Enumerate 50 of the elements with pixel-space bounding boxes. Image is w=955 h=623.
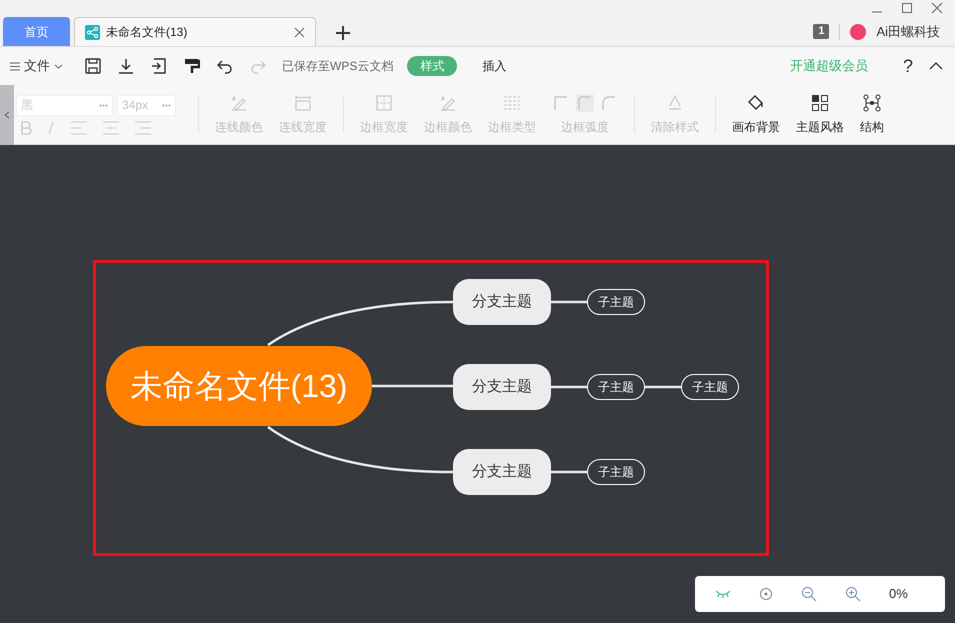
- chevron-left-icon: [4, 111, 10, 119]
- maximize-icon[interactable]: [901, 2, 913, 14]
- more-icon[interactable]: [99, 104, 108, 106]
- clear-style-icon: [666, 94, 684, 112]
- menu-icon: [10, 62, 20, 70]
- zoom-out-icon[interactable]: [801, 586, 817, 602]
- new-tab-button[interactable]: [336, 26, 350, 40]
- save-icon[interactable]: [85, 58, 101, 74]
- paint-bucket-icon: [747, 94, 765, 112]
- close-icon[interactable]: [294, 26, 305, 38]
- subtopic[interactable]: 子主题: [587, 459, 645, 485]
- help-button[interactable]: ?: [902, 52, 913, 80]
- subtopic[interactable]: 子主题: [681, 374, 739, 400]
- subtopic[interactable]: 子主题: [587, 374, 645, 400]
- tool-button[interactable]: 画布背景: [724, 94, 788, 136]
- download-icon[interactable]: [118, 58, 134, 74]
- theme-grid-icon: [811, 94, 829, 112]
- mode-tab[interactable]: 插入: [469, 56, 520, 76]
- undo-icon[interactable]: [217, 58, 233, 74]
- tool-button[interactable]: 主题风格: [788, 94, 852, 136]
- branch-topic[interactable]: 分支主题: [453, 449, 551, 495]
- count-badge[interactable]: 1: [813, 24, 830, 40]
- zoom-level: 0%: [889, 585, 908, 604]
- pen-icon: [230, 94, 248, 112]
- tool-button[interactable]: 结构: [852, 94, 892, 136]
- plus-icon: [336, 26, 350, 40]
- format-painter-icon[interactable]: [184, 58, 200, 74]
- eye-closed-icon[interactable]: [715, 590, 731, 598]
- pen-icon: [439, 94, 457, 112]
- avatar-icon[interactable]: [850, 24, 866, 40]
- save-status: 已保存至WPS云文档: [282, 58, 394, 75]
- file-menu[interactable]: 文件: [10, 56, 63, 76]
- border-grid-icon: [375, 94, 393, 112]
- close-icon[interactable]: [931, 2, 943, 14]
- line-width-icon: [294, 94, 312, 112]
- branch-topic[interactable]: 分支主题: [453, 364, 551, 410]
- mindmap-icon: [85, 24, 100, 40]
- user-name[interactable]: Ai田螺科技: [876, 22, 940, 42]
- branch-topic[interactable]: 分支主题: [453, 279, 551, 325]
- side-collapse-handle[interactable]: [0, 85, 14, 145]
- dashed-lines-icon: [503, 94, 521, 112]
- more-icon[interactable]: [162, 104, 171, 106]
- locate-icon[interactable]: [759, 587, 773, 601]
- tab[interactable]: 未命名文件(13): [74, 17, 316, 46]
- structure-icon: [863, 94, 881, 112]
- subtopic[interactable]: 子主题: [587, 289, 645, 315]
- chevron-down-icon: [54, 64, 63, 68]
- export-icon[interactable]: [151, 58, 167, 74]
- collapse-icon[interactable]: [929, 62, 943, 70]
- zoom-in-icon[interactable]: [845, 586, 861, 602]
